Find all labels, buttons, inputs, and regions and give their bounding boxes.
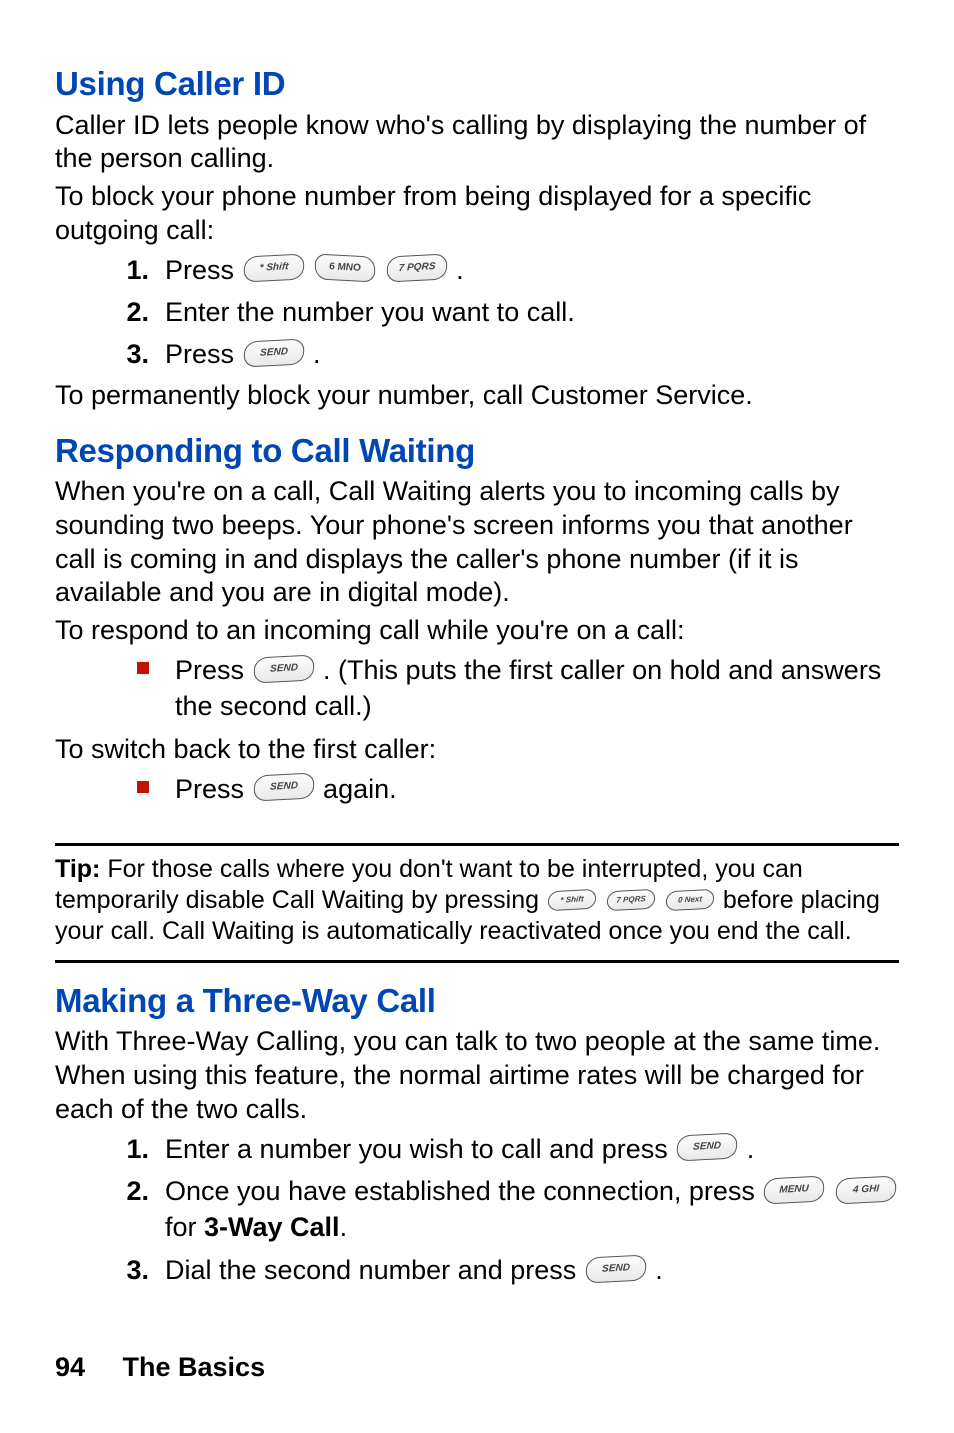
step-text-post: . xyxy=(340,1212,348,1242)
step-number: 1. xyxy=(115,252,149,288)
page-footer: 94 The Basics xyxy=(55,1349,265,1385)
step-text-mid: for xyxy=(165,1212,204,1242)
bullet-text-pre: Press xyxy=(175,655,252,685)
step-text-end: . xyxy=(313,339,321,369)
caller-id-after: To permanently block your number, call C… xyxy=(55,379,899,413)
step-text-post: . xyxy=(655,1255,663,1285)
call-waiting-p3: To switch back to the first caller: xyxy=(55,733,899,767)
key-7-pqrs-icon: 7 PQRS xyxy=(386,254,448,283)
key-send-icon: SEND xyxy=(253,654,315,683)
step-number: 3. xyxy=(115,336,149,372)
key-send-icon: SEND xyxy=(253,773,315,802)
key-star-shift-icon: * Shift xyxy=(243,254,305,283)
step-text-pre: Dial the second number and press xyxy=(165,1255,584,1285)
key-star-shift-icon: * Shift xyxy=(547,888,596,910)
step-text: Press xyxy=(165,255,242,285)
bullet-square-icon xyxy=(137,662,149,674)
key-send-icon: SEND xyxy=(676,1133,738,1162)
caller-id-step-1: 1. Press * Shift 6 MNO 7 PQRS . xyxy=(155,252,899,294)
caller-id-step-3: 3. Press SEND . xyxy=(155,336,899,378)
step-emphasis: 3-Way Call xyxy=(204,1212,340,1242)
call-waiting-bullet-1: Press SEND . (This puts the first caller… xyxy=(165,652,899,733)
step-number: 3. xyxy=(115,1252,149,1288)
key-send-icon: SEND xyxy=(585,1254,647,1283)
bullet-square-icon xyxy=(137,781,149,793)
key-0-next-icon: 0 Next xyxy=(665,888,714,910)
footer-chapter-title: The Basics xyxy=(123,1352,266,1382)
step-text: Press xyxy=(165,339,242,369)
step-text-pre: Enter a number you wish to call and pres… xyxy=(165,1134,675,1164)
heading-using-caller-id: Using Caller ID xyxy=(55,62,899,107)
caller-id-steps: 1. Press * Shift 6 MNO 7 PQRS . 2. Enter… xyxy=(55,252,899,379)
step-text-post: . xyxy=(747,1134,755,1164)
caller-id-step-2: 2. Enter the number you want to call. xyxy=(155,294,899,336)
bullet-text-pre: Press xyxy=(175,774,252,804)
three-way-p1: With Three-Way Calling, you can talk to … xyxy=(55,1025,899,1126)
call-waiting-p1: When you're on a call, Call Waiting aler… xyxy=(55,475,899,610)
step-number: 1. xyxy=(115,1131,149,1167)
heading-call-waiting: Responding to Call Waiting xyxy=(55,429,899,474)
step-text-pre: Once you have established the connection… xyxy=(165,1176,762,1206)
key-menu-icon: MENU xyxy=(764,1175,826,1204)
page-number: 94 xyxy=(55,1349,115,1385)
three-way-body: With Three-Way Calling, you can talk to … xyxy=(55,1025,899,1294)
key-send-icon: SEND xyxy=(243,339,305,368)
caller-id-intro-1: Caller ID lets people know who's calling… xyxy=(55,109,899,177)
call-waiting-p2: To respond to an incoming call while you… xyxy=(55,614,899,648)
key-7-pqrs-icon: 7 PQRS xyxy=(606,888,655,910)
call-waiting-bullets-1: Press SEND . (This puts the first caller… xyxy=(55,652,899,733)
step-number: 2. xyxy=(115,1173,149,1209)
key-6-mno-icon: 6 MNO xyxy=(314,254,376,283)
call-waiting-body: When you're on a call, Call Waiting aler… xyxy=(55,475,899,815)
caller-id-body: Caller ID lets people know who's calling… xyxy=(55,109,899,413)
three-way-step-1: 1. Enter a number you wish to call and p… xyxy=(155,1131,899,1173)
bullet-text-post: again. xyxy=(323,774,397,804)
three-way-steps: 1. Enter a number you wish to call and p… xyxy=(55,1131,899,1295)
step-text: Enter the number you want to call. xyxy=(165,297,575,327)
heading-three-way-call: Making a Three-Way Call xyxy=(55,979,899,1024)
three-way-step-2: 2. Once you have established the connect… xyxy=(155,1173,899,1252)
step-text-end: . xyxy=(456,255,464,285)
tip-label: Tip: xyxy=(55,855,100,883)
step-number: 2. xyxy=(115,294,149,330)
page: Using Caller ID Caller ID lets people kn… xyxy=(0,0,954,1433)
caller-id-intro-2: To block your phone number from being di… xyxy=(55,180,899,248)
tip-box: Tip: For those calls where you don't wan… xyxy=(55,843,899,963)
three-way-step-3: 3. Dial the second number and press SEND… xyxy=(155,1252,899,1294)
call-waiting-bullet-2: Press SEND again. xyxy=(165,771,899,815)
key-4-ghi-icon: 4 GHI xyxy=(835,1175,897,1204)
call-waiting-bullets-2: Press SEND again. xyxy=(55,771,899,815)
